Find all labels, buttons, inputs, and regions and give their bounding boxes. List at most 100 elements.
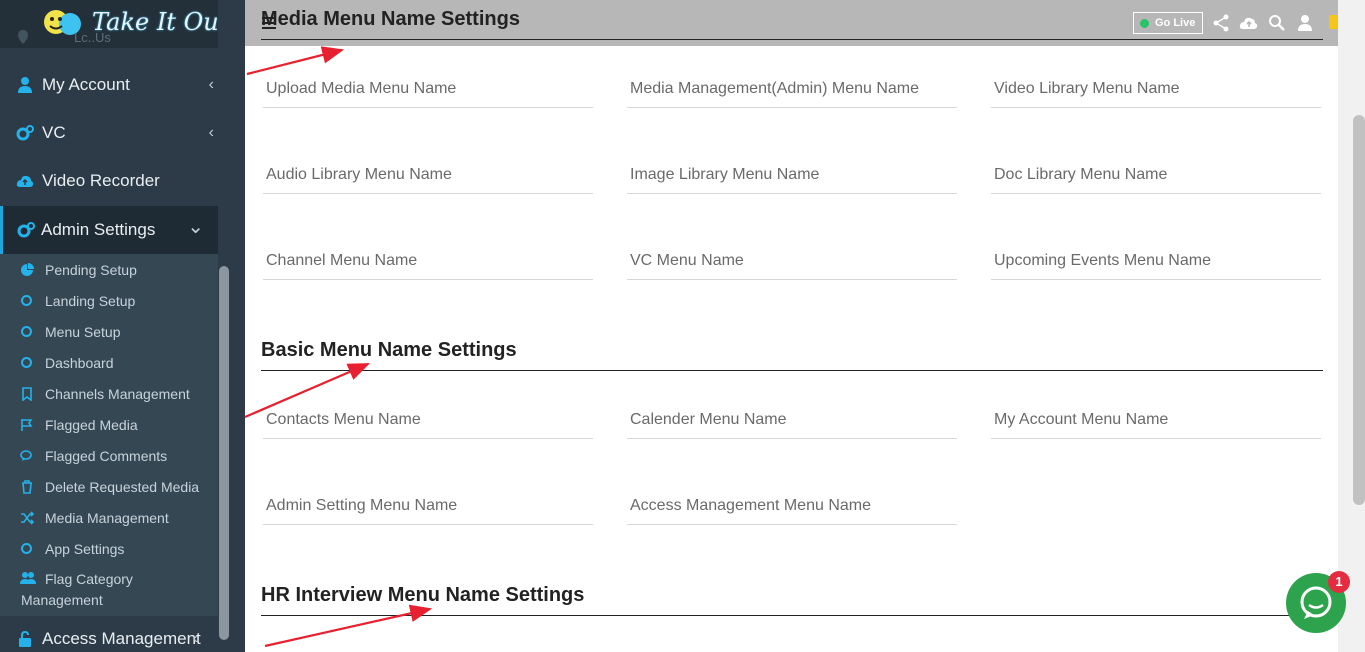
submenu-item-flagged-media[interactable]: Flagged Media bbox=[0, 409, 218, 440]
sidebar-item-admin-settings[interactable]: Admin Settings ⌄ bbox=[0, 206, 218, 254]
user-profile-icon[interactable] bbox=[1296, 14, 1314, 32]
logo-text[interactable]: Take It Out bbox=[92, 8, 228, 36]
chevron-left-icon: ‹ bbox=[208, 124, 214, 141]
chevron-down-icon: ⌄ bbox=[187, 216, 204, 238]
section-divider bbox=[261, 370, 1323, 371]
submenu-item-flagged-comments[interactable]: Flagged Comments bbox=[0, 440, 218, 471]
field-label: Media Management(Admin) Menu Name bbox=[630, 80, 920, 97]
submenu-item-dashboard[interactable]: Dashboard bbox=[0, 347, 218, 378]
field-label: My Account Menu Name bbox=[994, 411, 1169, 428]
submenu-item-delete-requested-media[interactable]: Delete Requested Media bbox=[0, 471, 218, 502]
submenu-item-menu-setup[interactable]: Menu Setup bbox=[0, 316, 218, 347]
field-label: Image Library Menu Name bbox=[630, 166, 820, 183]
shuffle-icon bbox=[21, 510, 34, 525]
field-label: Channel Menu Name bbox=[266, 252, 418, 269]
pie-chart-icon bbox=[21, 262, 34, 276]
field-label: Access Management Menu Name bbox=[630, 497, 871, 514]
field-underline bbox=[991, 279, 1321, 280]
field-vc-menu-name[interactable]: VC Menu Name bbox=[627, 252, 957, 300]
field-underline bbox=[627, 107, 957, 108]
sidebar-item-label: Access Management bbox=[42, 629, 201, 648]
field-media-management-admin-menu-name[interactable]: Media Management(Admin) Menu Name bbox=[627, 80, 957, 128]
field-audio-library-menu-name[interactable]: Audio Library Menu Name bbox=[263, 166, 593, 214]
sidebar-item-label: VC bbox=[42, 123, 66, 142]
submenu-label: Menu Setup bbox=[45, 323, 121, 340]
hidden-menu-text: Lc..Us bbox=[74, 30, 111, 45]
submenu-label: Pending Setup bbox=[45, 261, 137, 278]
section-title-basic: Basic Menu Name Settings bbox=[261, 339, 517, 361]
submenu-label: Delete Requested Media bbox=[45, 478, 200, 495]
live-status-dot bbox=[1140, 18, 1149, 28]
submenu-label: Flag Category bbox=[45, 571, 133, 587]
field-underline bbox=[991, 107, 1321, 108]
users-icon bbox=[20, 572, 36, 584]
field-underline bbox=[627, 193, 957, 194]
submenu-label-line2: Management bbox=[21, 592, 103, 608]
sidebar-scrollbar-thumb[interactable] bbox=[219, 266, 229, 640]
field-underline bbox=[991, 438, 1321, 439]
cloud-upload-icon[interactable] bbox=[1239, 14, 1259, 32]
cogs-icon bbox=[16, 125, 34, 141]
sidebar-item-label: Video Recorder bbox=[42, 171, 160, 190]
field-label: Contacts Menu Name bbox=[266, 411, 421, 428]
content-gutter bbox=[230, 0, 245, 652]
share-icon[interactable] bbox=[1212, 14, 1230, 32]
lock-icon bbox=[19, 630, 31, 647]
admin-settings-submenu: Pending Setup Landing Setup Menu Setup D… bbox=[0, 254, 218, 616]
submenu-item-landing-setup[interactable]: Landing Setup bbox=[0, 285, 218, 316]
field-calender-menu-name[interactable]: Calender Menu Name bbox=[627, 411, 957, 459]
sidebar-item-my-account[interactable]: My Account ‹ bbox=[0, 61, 218, 109]
submenu-item-pending-setup[interactable]: Pending Setup bbox=[0, 254, 218, 285]
submenu-label: Landing Setup bbox=[45, 292, 136, 309]
circle-icon bbox=[21, 357, 32, 368]
field-upcoming-events-menu-name[interactable]: Upcoming Events Menu Name bbox=[991, 252, 1321, 300]
logo-bar: Take It Out Lc..Us bbox=[0, 0, 230, 48]
sidebar-item-access-management[interactable]: Access Management ‹ bbox=[0, 616, 218, 652]
field-underline bbox=[627, 279, 957, 280]
field-underline bbox=[991, 193, 1321, 194]
submenu-label: Channels Management bbox=[45, 385, 190, 402]
chevron-left-icon: ‹ bbox=[192, 630, 198, 647]
trash-icon bbox=[22, 479, 32, 494]
field-underline bbox=[263, 438, 593, 439]
field-admin-setting-menu-name[interactable]: Admin Setting Menu Name bbox=[263, 497, 593, 545]
field-access-management-menu-name[interactable]: Access Management Menu Name bbox=[627, 497, 957, 545]
field-image-library-menu-name[interactable]: Image Library Menu Name bbox=[627, 166, 957, 214]
go-live-button[interactable]: Go Live bbox=[1133, 12, 1203, 34]
field-underline bbox=[263, 279, 593, 280]
submenu-item-media-management[interactable]: Media Management bbox=[0, 502, 218, 533]
flag-icon bbox=[21, 418, 33, 431]
chevron-left-icon: ‹ bbox=[208, 76, 214, 93]
page-scrollbar-thumb[interactable] bbox=[1353, 115, 1365, 505]
submenu-item-app-settings[interactable]: App Settings bbox=[0, 533, 218, 564]
field-my-account-menu-name[interactable]: My Account Menu Name bbox=[991, 411, 1321, 459]
sidebar-item-label: Admin Settings bbox=[41, 220, 156, 239]
field-video-library-menu-name[interactable]: Video Library Menu Name bbox=[991, 80, 1321, 128]
section-divider bbox=[261, 615, 1323, 616]
field-label: VC Menu Name bbox=[630, 252, 744, 269]
cogs-icon bbox=[17, 222, 35, 238]
submenu-item-flag-category-management[interactable]: Flag Category Management bbox=[0, 566, 218, 612]
submenu-label: App Settings bbox=[45, 540, 125, 557]
sidebar-item-video-recorder[interactable]: Video Recorder bbox=[0, 157, 218, 205]
submenu-label: Flagged Comments bbox=[45, 447, 168, 464]
sidebar-item-vc[interactable]: VC ‹ bbox=[0, 109, 218, 157]
field-contacts-menu-name[interactable]: Contacts Menu Name bbox=[263, 411, 593, 459]
search-icon[interactable] bbox=[1268, 14, 1286, 32]
field-doc-library-menu-name[interactable]: Doc Library Menu Name bbox=[991, 166, 1321, 214]
user-icon bbox=[18, 77, 32, 93]
field-upload-media-menu-name[interactable]: Upload Media Menu Name bbox=[263, 80, 593, 128]
cloud-upload-icon bbox=[16, 175, 34, 187]
field-channel-menu-name[interactable]: Channel Menu Name bbox=[263, 252, 593, 300]
submenu-label: Dashboard bbox=[45, 354, 114, 371]
bookmark-icon bbox=[22, 386, 32, 401]
submenu-label: Flagged Media bbox=[45, 416, 138, 433]
field-label: Audio Library Menu Name bbox=[266, 166, 452, 183]
circle-icon bbox=[21, 326, 32, 337]
section-title-hr-interview: HR Interview Menu Name Settings bbox=[261, 584, 585, 606]
submenu-item-channels-management[interactable]: Channels Management bbox=[0, 378, 218, 409]
field-label: Upload Media Menu Name bbox=[266, 80, 457, 97]
field-underline bbox=[627, 438, 957, 439]
circle-icon bbox=[21, 295, 32, 306]
field-underline bbox=[627, 524, 957, 525]
